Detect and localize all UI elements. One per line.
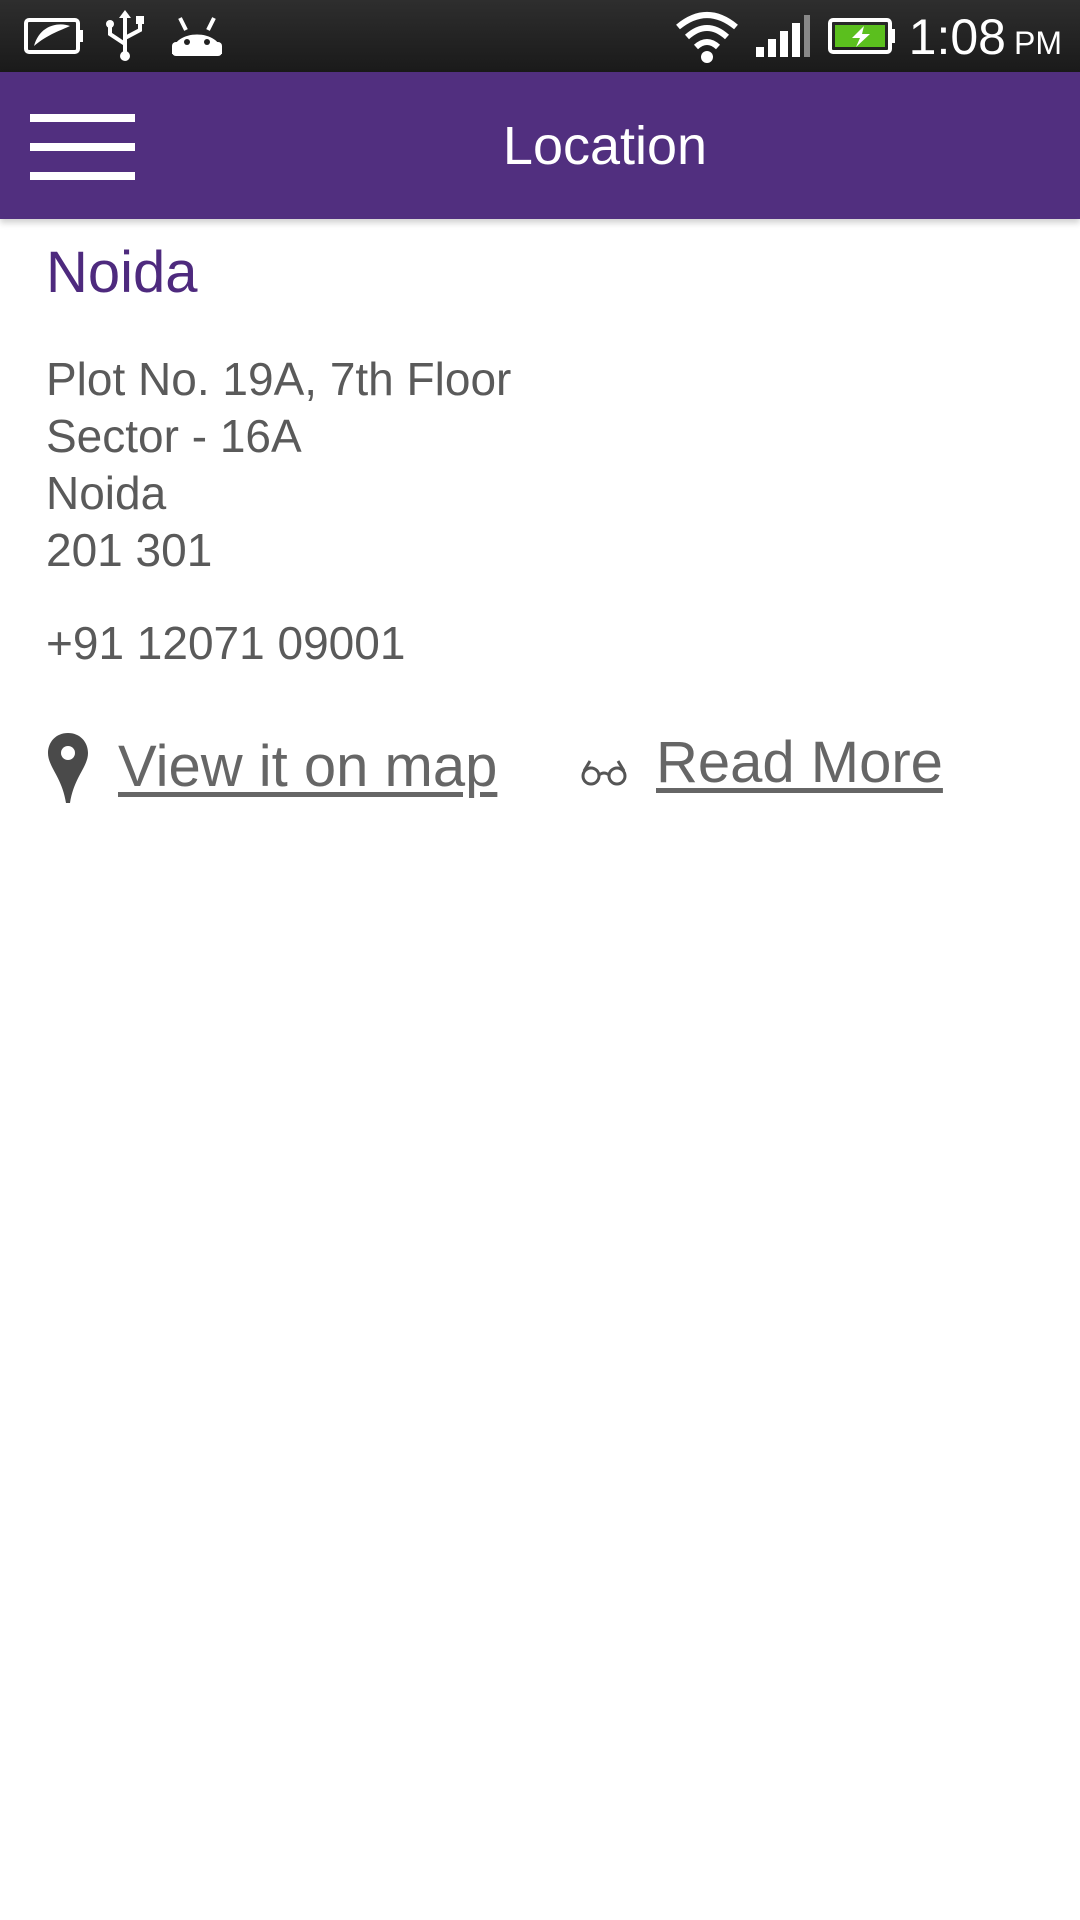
clock-time: 1:08 — [908, 9, 1006, 65]
status-time: 1:08 PM — [909, 0, 1062, 72]
clock-ampm: PM — [1014, 25, 1062, 61]
page-title: Location — [502, 115, 708, 176]
glasses-icon — [581, 760, 627, 786]
status-bar: 1:08 PM — [0, 0, 1080, 72]
wifi-icon — [674, 0, 740, 72]
read-more-label: Read More — [656, 730, 943, 795]
address-block: Plot No. 19A, 7th Floor Sector - 16A Noi… — [46, 351, 511, 579]
read-more-link[interactable]: Read More — [580, 729, 943, 796]
address-line: Plot No. 19A, 7th Floor — [46, 353, 512, 405]
android-icon — [168, 0, 226, 72]
power-saver-icon — [22, 0, 84, 72]
view-on-map-link[interactable]: View it on map — [46, 729, 497, 805]
usb-icon — [102, 0, 148, 72]
address-line: Sector - 16A — [46, 410, 302, 462]
view-on-map-label: View it on map — [118, 734, 498, 799]
map-pin-icon — [48, 733, 88, 803]
phone-number[interactable]: +91 12071 09001 — [46, 616, 405, 670]
city-title: Noida — [46, 240, 198, 305]
app-bar: Location — [0, 72, 1080, 219]
battery-charging-icon — [828, 0, 896, 72]
action-links: View it on map Read More — [46, 729, 1034, 829]
signal-icon — [754, 0, 812, 72]
address-line: Noida — [46, 467, 167, 519]
address-line: 201 301 — [46, 524, 213, 576]
